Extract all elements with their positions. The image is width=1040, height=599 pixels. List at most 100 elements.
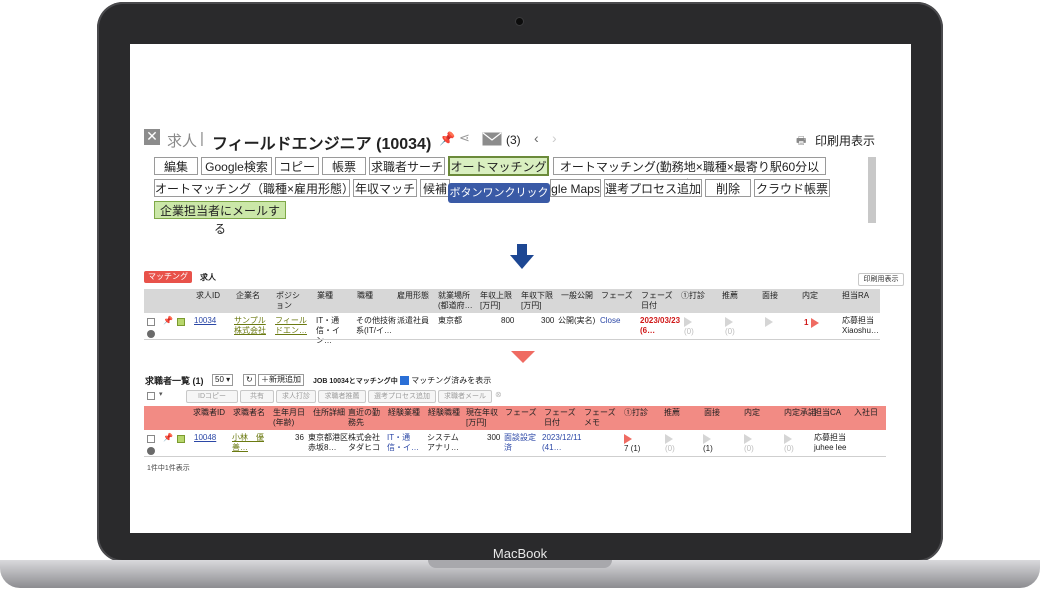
cand-col-sounding[interactable]: ①打診: [624, 408, 648, 418]
row-menu-icon[interactable]: [177, 318, 185, 326]
row-menu-icon[interactable]: [177, 435, 185, 443]
candidate-id-link[interactable]: 10048: [194, 433, 216, 443]
candidate-offer-cell[interactable]: (0): [744, 434, 754, 454]
auto-matching-type-button[interactable]: オートマッチング（職種×雇用形態）: [154, 179, 354, 197]
cand-col-last-company[interactable]: 直近の勤務先: [348, 408, 386, 428]
job-phase-date: 2023/03/23 (6…: [640, 316, 681, 335]
candidate-recommend-button[interactable]: 求職者推薦: [318, 390, 366, 403]
job-col-industry[interactable]: 業種: [317, 291, 333, 301]
job-recommend-cell[interactable]: (0): [725, 317, 735, 337]
row-checkbox[interactable]: [147, 318, 155, 326]
job-col-employment[interactable]: 雇用形態: [397, 291, 429, 301]
candidate-search-button[interactable]: 求職者サーチ: [369, 157, 445, 175]
copy-button[interactable]: コピー: [275, 157, 319, 175]
triangle-down-icon: [511, 351, 535, 363]
candidate-phase[interactable]: 面談設定済: [504, 433, 540, 453]
auto-matching-station-button[interactable]: オートマッチング(勤務地×職種×最寄り駅60分以内): [553, 157, 826, 192]
cand-col-occupation[interactable]: 経験職種: [428, 408, 464, 418]
candidate-name-link[interactable]: 小林 優善…: [232, 433, 268, 453]
close-icon[interactable]: ✕: [144, 129, 160, 145]
printer-icon[interactable]: 🖶: [796, 132, 806, 151]
candidate-mail-button[interactable]: 求職者メール: [438, 390, 492, 403]
job-col-min[interactable]: 年収下限[万円]: [521, 291, 559, 311]
job-col-public[interactable]: 一般公開: [561, 291, 593, 301]
show-matched-toggle[interactable]: マッチング済みを表示: [400, 376, 491, 386]
cand-col-offer-accept[interactable]: 内定承諾: [784, 408, 818, 418]
select-all-checkbox[interactable]: [147, 392, 155, 400]
pin-icon[interactable]: 📌: [439, 131, 455, 147]
job-print-button[interactable]: 印刷用表示: [858, 273, 904, 286]
pin-icon[interactable]: 📌: [163, 316, 173, 326]
cand-col-offer[interactable]: 内定: [744, 408, 760, 418]
candidate-button[interactable]: 候補: [420, 179, 450, 197]
select-dropdown-icon[interactable]: ▾: [159, 390, 163, 400]
cand-col-phase-memo[interactable]: フェーズメモ: [584, 408, 618, 428]
cand-col-id[interactable]: 求職者ID: [193, 408, 225, 418]
job-offer-cell[interactable]: 1: [804, 318, 819, 328]
per-page-select[interactable]: 50 ▾: [212, 374, 234, 386]
auto-matching-button[interactable]: オートマッチング: [448, 156, 549, 176]
job-sounding-cell[interactable]: (0): [684, 317, 694, 337]
cloud-form-button[interactable]: クラウド帳票: [754, 179, 830, 197]
collapse-icon[interactable]: [147, 447, 155, 455]
candidate-offer-accept-cell[interactable]: (0): [784, 434, 794, 454]
position-link[interactable]: フィールドエン…: [275, 316, 311, 336]
job-col-position[interactable]: ポジション: [276, 291, 306, 311]
refresh-icon[interactable]: ↻: [243, 374, 256, 386]
google-search-button[interactable]: Google検索: [201, 157, 272, 175]
job-col-phase-date[interactable]: フェーズ日付: [641, 291, 677, 311]
job-col-location[interactable]: 就業場所(都道府…: [438, 291, 476, 311]
form-button[interactable]: 帳票: [322, 157, 366, 175]
cand-col-name[interactable]: 求職者名: [233, 408, 267, 418]
edit-button[interactable]: 編集: [154, 157, 198, 175]
share-icon[interactable]: ⋖: [459, 130, 470, 146]
cand-col-industry[interactable]: 経験業種: [388, 408, 426, 418]
mail-icon[interactable]: [482, 132, 502, 146]
job-col-sounding[interactable]: ①打診: [681, 291, 705, 301]
google-maps-button[interactable]: gle Maps: [550, 179, 601, 197]
candidate-recommend-cell[interactable]: (0): [665, 434, 675, 454]
job-col-company[interactable]: 企業名: [236, 291, 260, 301]
company-link[interactable]: サンプル株式会社: [234, 316, 270, 336]
cand-col-birth[interactable]: 生年月日(年齢): [273, 408, 307, 428]
scrollbar[interactable]: [868, 157, 876, 223]
job-col-phase[interactable]: フェーズ: [601, 291, 633, 301]
job-col-id[interactable]: 求人ID: [196, 291, 220, 301]
cand-col-ca[interactable]: 担当CA: [814, 408, 844, 418]
clear-icon[interactable]: ⊗: [495, 390, 502, 400]
next-icon[interactable]: ›: [552, 130, 557, 146]
job-col-ra[interactable]: 担当RA: [842, 291, 869, 301]
candidate-interview-cell[interactable]: (1): [703, 434, 713, 454]
cand-col-interview[interactable]: 面接: [704, 408, 720, 418]
pin-icon[interactable]: 📌: [163, 433, 173, 443]
id-copy-button[interactable]: IDコピー: [186, 390, 238, 403]
candidate-phase-date: 2023/12/11 (41…: [542, 433, 582, 452]
add-process-button[interactable]: 選考プロセス追加: [604, 179, 702, 197]
job-phase[interactable]: Close: [600, 316, 620, 326]
delete-button[interactable]: 削除: [705, 179, 751, 197]
job-col-offer[interactable]: 内定: [802, 291, 818, 301]
cand-col-address[interactable]: 住所詳細: [313, 408, 347, 418]
add-process-mini-button[interactable]: 選考プロセス追加: [368, 390, 436, 403]
collapse-icon[interactable]: [147, 330, 155, 338]
job-sounding-button[interactable]: 求人打診: [276, 390, 316, 403]
mail-contact-button[interactable]: 企業担当者にメールする: [154, 201, 286, 236]
cand-col-salary[interactable]: 現在年収[万円]: [466, 408, 500, 428]
share-button[interactable]: 共有: [240, 390, 274, 403]
job-interview-cell[interactable]: [765, 317, 773, 327]
cand-col-join-date[interactable]: 入社日: [854, 408, 878, 418]
job-col-recommend[interactable]: 推薦: [722, 291, 738, 301]
job-col-occupation[interactable]: 職種: [357, 291, 373, 301]
print-link[interactable]: 印刷用表示: [815, 132, 875, 149]
prev-icon[interactable]: ‹: [534, 130, 539, 146]
salary-match-button[interactable]: 年収マッチ: [353, 179, 417, 197]
row-checkbox[interactable]: [147, 435, 155, 443]
cand-col-phase-date[interactable]: フェーズ日付: [544, 408, 578, 428]
job-id-link[interactable]: 10034: [194, 316, 216, 326]
cand-col-phase[interactable]: フェーズ: [505, 408, 539, 418]
job-col-max[interactable]: 年収上限[万円]: [480, 291, 518, 311]
cand-col-recommend[interactable]: 推薦: [664, 408, 680, 418]
job-col-interview[interactable]: 面接: [762, 291, 778, 301]
candidate-sounding-cell[interactable]: 7 (1): [624, 434, 640, 454]
add-new-button[interactable]: ＋新規追加: [258, 374, 304, 386]
